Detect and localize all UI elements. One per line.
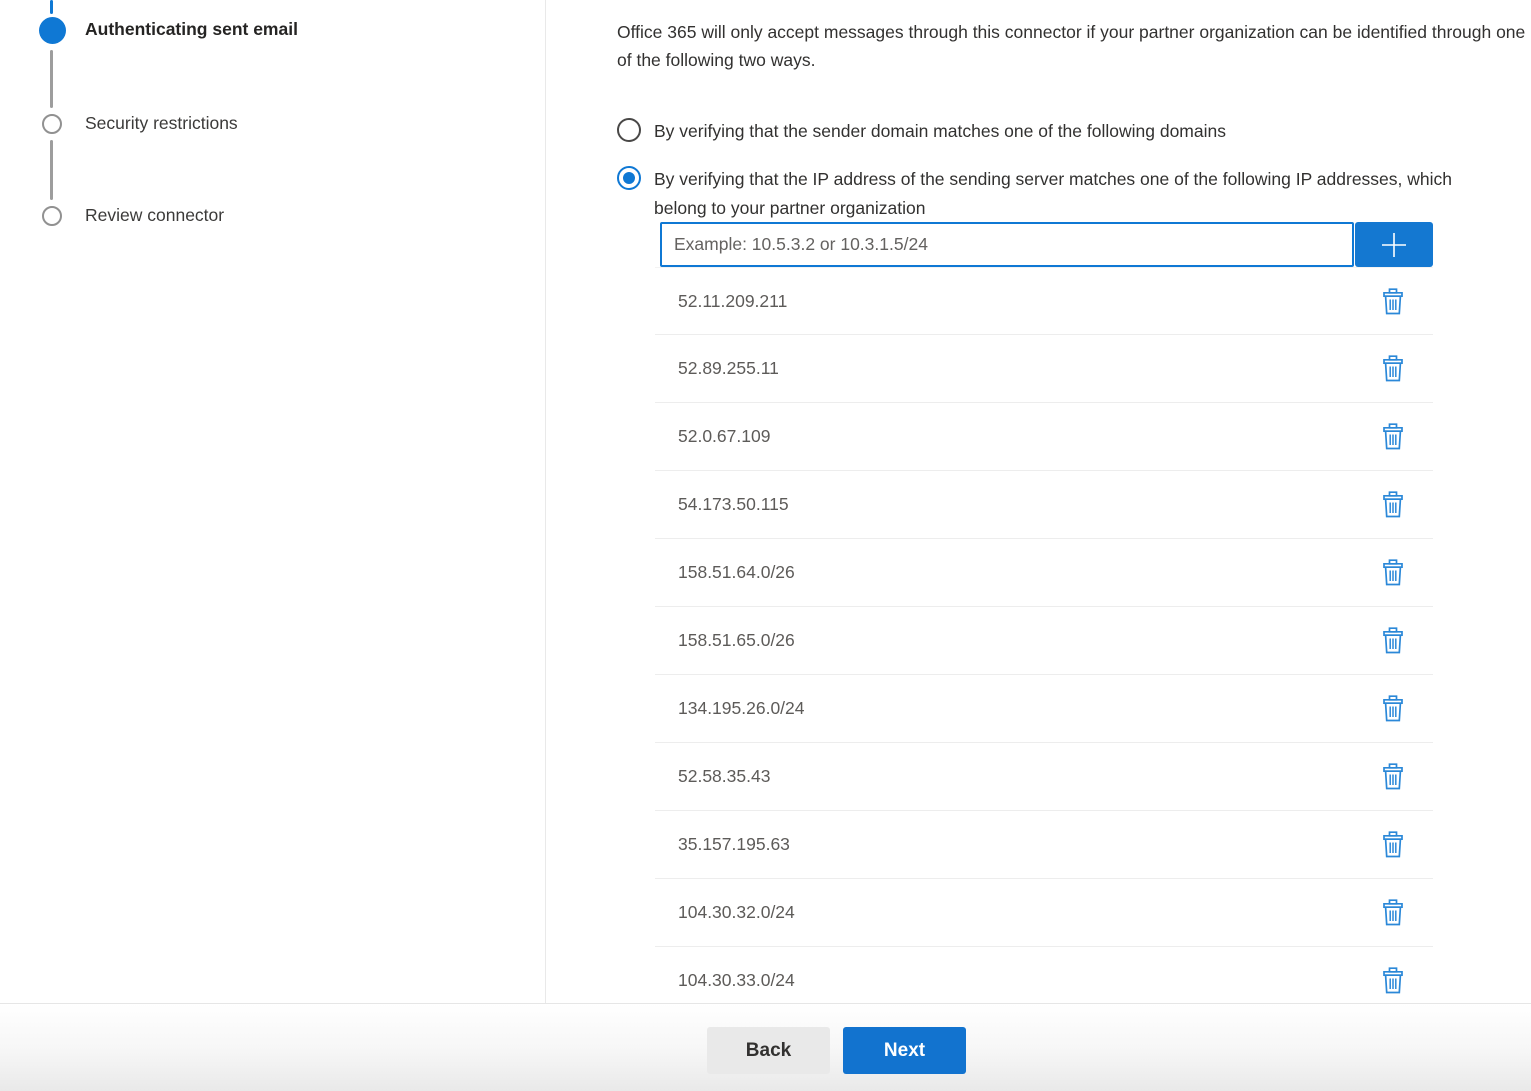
delete-ip-button[interactable] xyxy=(1379,286,1407,316)
step-open-dot-icon xyxy=(42,206,62,226)
ip-address-row: 35.157.195.63 xyxy=(655,811,1433,879)
authenticating-sent-email-panel: Office 365 will only accept messages thr… xyxy=(547,0,1531,1003)
radio-unselected-icon[interactable] xyxy=(617,118,641,142)
ip-address-row: 134.195.26.0/24 xyxy=(655,675,1433,743)
ip-address-row: 158.51.64.0/26 xyxy=(655,539,1433,607)
delete-ip-button[interactable] xyxy=(1379,354,1407,384)
radio-selected-icon[interactable] xyxy=(617,166,641,190)
trash-icon xyxy=(1382,763,1404,790)
ip-address-row: 158.51.65.0/26 xyxy=(655,607,1433,675)
ip-address-value: 158.51.65.0/26 xyxy=(678,630,795,651)
ip-address-value: 52.58.35.43 xyxy=(678,766,770,787)
step-open-dot-icon xyxy=(42,114,62,134)
delete-ip-button[interactable] xyxy=(1379,490,1407,520)
trash-icon xyxy=(1382,627,1404,654)
radio-option-ip-address[interactable]: By verifying that the IP address of the … xyxy=(617,165,1476,222)
delete-ip-button[interactable] xyxy=(1379,558,1407,588)
step-connector-line xyxy=(50,140,53,200)
step-label: Security restrictions xyxy=(85,113,238,134)
step-active-dot-icon xyxy=(39,17,66,44)
ip-address-value: 52.11.209.211 xyxy=(678,291,787,312)
trash-icon xyxy=(1382,967,1404,994)
step-label: Authenticating sent email xyxy=(85,19,298,40)
ip-address-entry xyxy=(660,222,1433,267)
step-connector-line-top xyxy=(50,0,53,14)
ip-address-input[interactable] xyxy=(660,222,1354,267)
trash-icon xyxy=(1382,355,1404,382)
delete-ip-button[interactable] xyxy=(1379,762,1407,792)
ip-address-value: 104.30.32.0/24 xyxy=(678,902,795,923)
trash-icon xyxy=(1382,695,1404,722)
trash-icon xyxy=(1382,899,1404,926)
ip-address-value: 104.30.33.0/24 xyxy=(678,970,795,991)
step-label: Review connector xyxy=(85,205,224,226)
wizard-footer: Back Next xyxy=(0,1003,1531,1091)
ip-address-value: 134.195.26.0/24 xyxy=(678,698,805,719)
ip-address-value: 52.0.67.109 xyxy=(678,426,770,447)
delete-ip-button[interactable] xyxy=(1379,898,1407,928)
delete-ip-button[interactable] xyxy=(1379,626,1407,656)
radio-option-sender-domain[interactable]: By verifying that the sender domain matc… xyxy=(617,117,1476,146)
delete-ip-button[interactable] xyxy=(1379,966,1407,996)
ip-address-row: 52.11.209.211 xyxy=(655,267,1433,335)
trash-icon xyxy=(1382,423,1404,450)
ip-address-value: 158.51.64.0/26 xyxy=(678,562,795,583)
ip-address-value: 52.89.255.11 xyxy=(678,358,779,379)
ip-address-row: 52.89.255.11 xyxy=(655,335,1433,403)
plus-icon xyxy=(1379,230,1409,260)
delete-ip-button[interactable] xyxy=(1379,422,1407,452)
delete-ip-button[interactable] xyxy=(1379,694,1407,724)
radio-option-label: By verifying that the sender domain matc… xyxy=(654,117,1476,146)
wizard-steps-sidebar: Authenticating sent email Security restr… xyxy=(0,0,546,1003)
delete-ip-button[interactable] xyxy=(1379,830,1407,860)
ip-address-value: 35.157.195.63 xyxy=(678,834,790,855)
intro-text: Office 365 will only accept messages thr… xyxy=(617,18,1531,74)
trash-icon xyxy=(1382,491,1404,518)
trash-icon xyxy=(1382,831,1404,858)
ip-address-value: 54.173.50.115 xyxy=(678,494,789,515)
ip-address-list: 52.11.209.211 52.89.255.11 xyxy=(655,267,1433,1015)
radio-option-label: By verifying that the IP address of the … xyxy=(654,165,1476,222)
add-ip-button[interactable] xyxy=(1355,222,1433,267)
back-button[interactable]: Back xyxy=(707,1027,830,1074)
trash-icon xyxy=(1382,288,1404,315)
step-connector-line xyxy=(50,50,53,108)
ip-address-row: 52.0.67.109 xyxy=(655,403,1433,471)
ip-address-row: 52.58.35.43 xyxy=(655,743,1433,811)
ip-address-row: 54.173.50.115 xyxy=(655,471,1433,539)
ip-address-row: 104.30.32.0/24 xyxy=(655,879,1433,947)
next-button[interactable]: Next xyxy=(843,1027,966,1074)
trash-icon xyxy=(1382,559,1404,586)
